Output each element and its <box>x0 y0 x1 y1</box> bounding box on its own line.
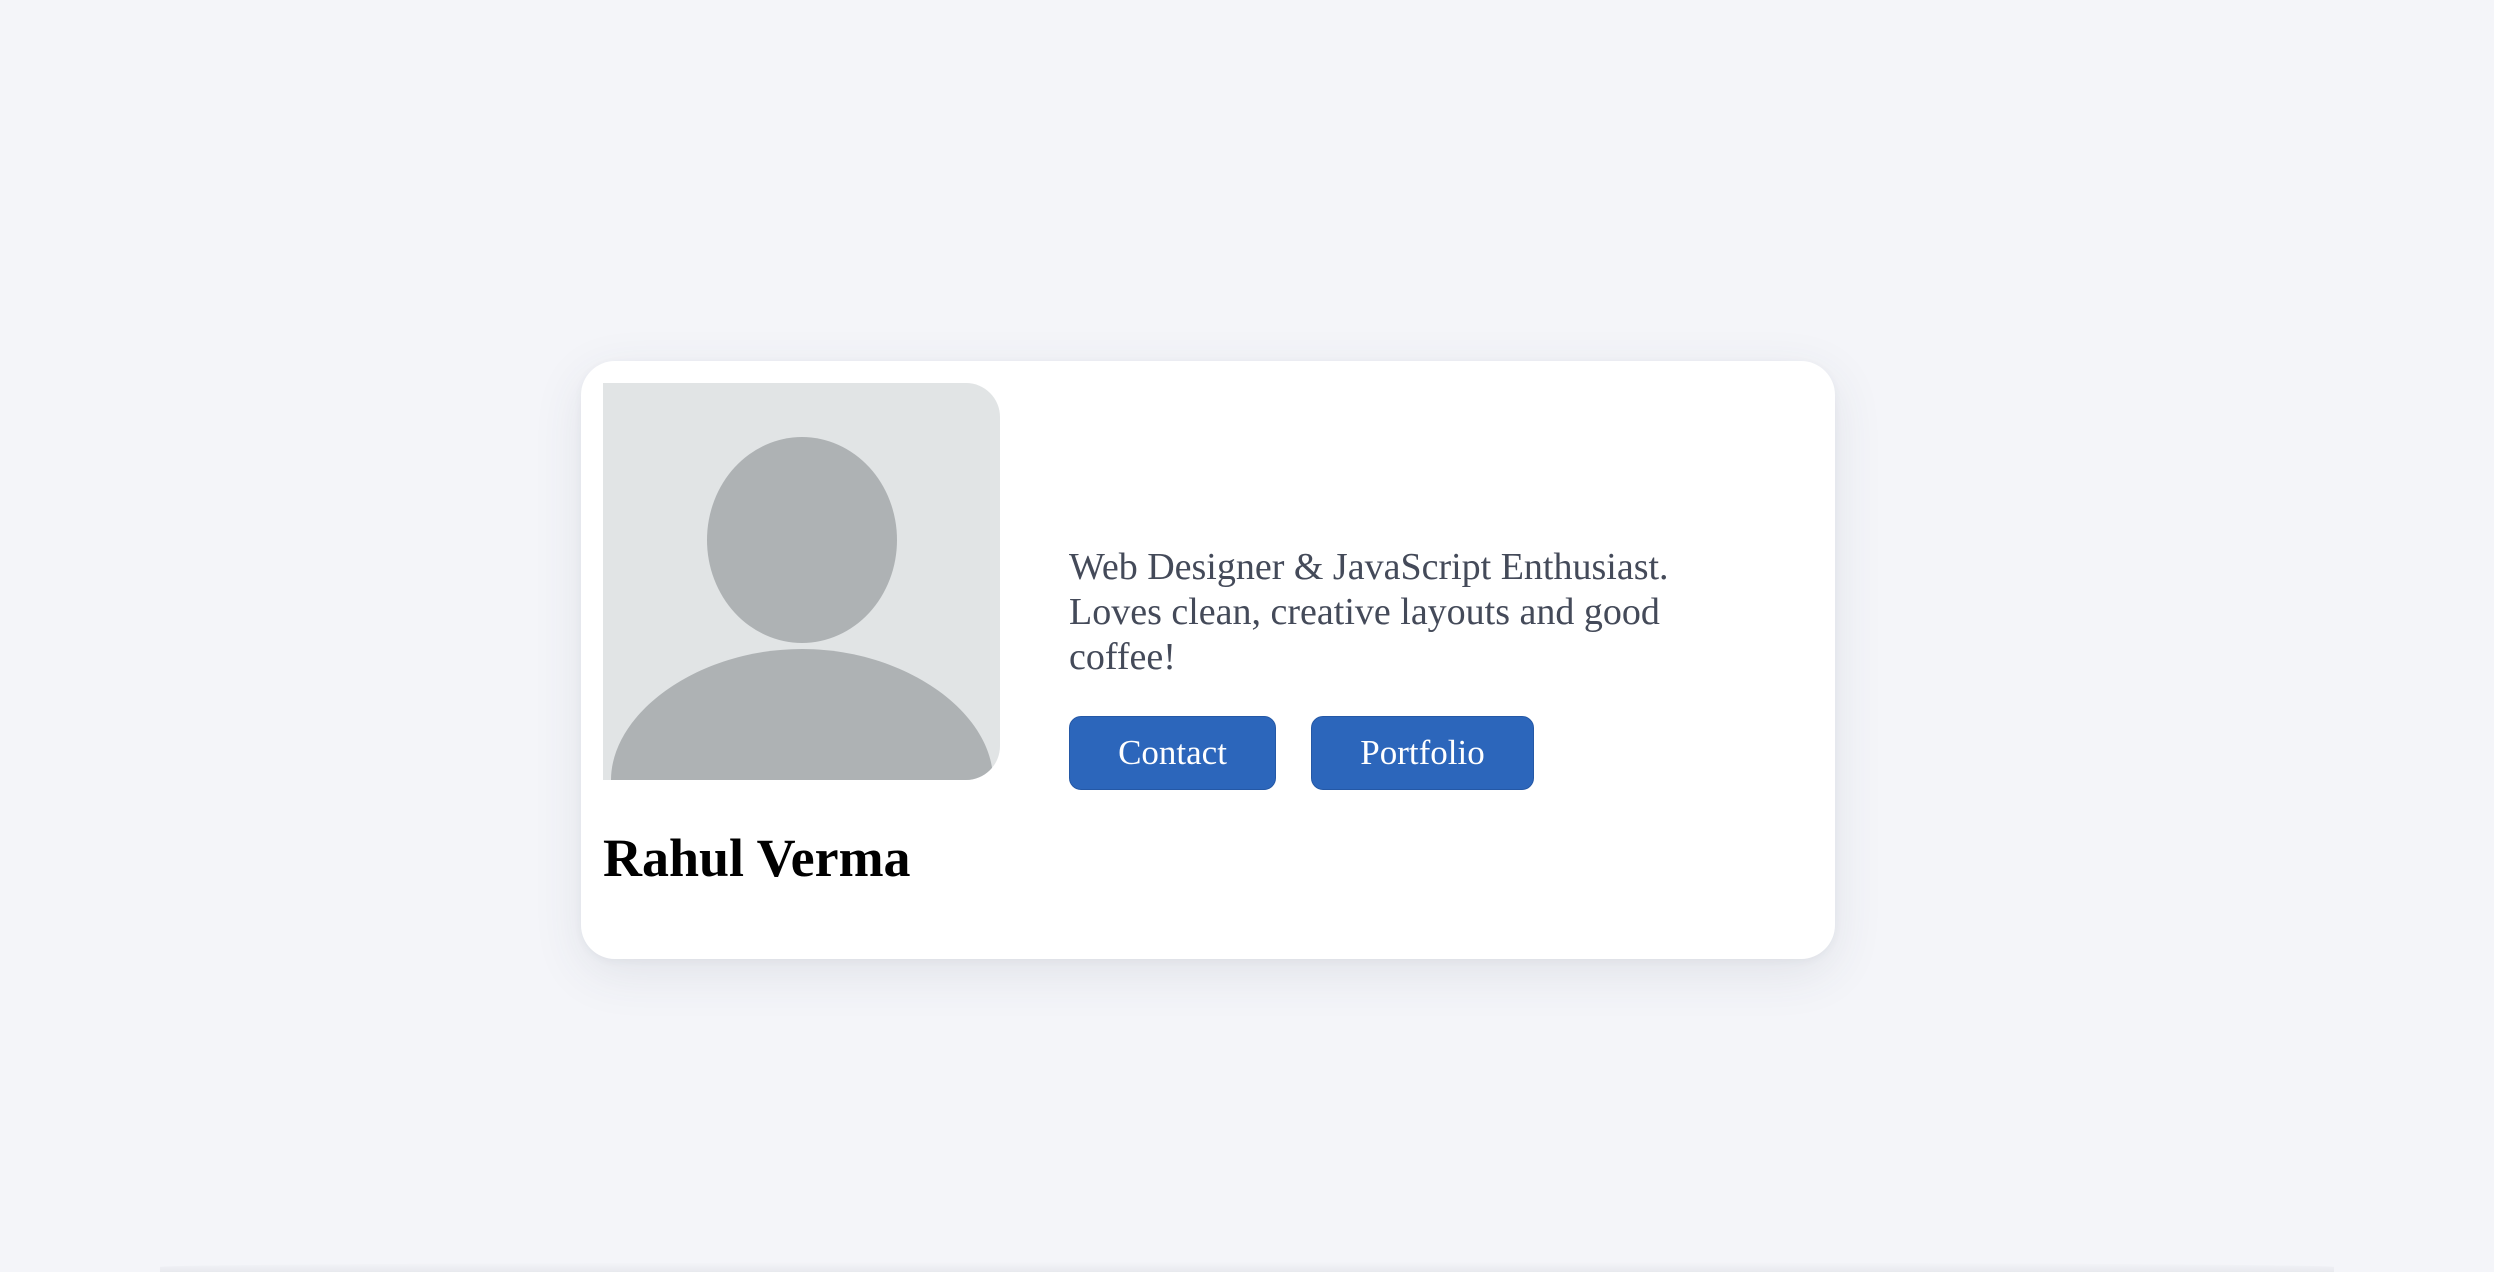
profile-name: Rahul Verma <box>603 828 911 888</box>
avatar <box>603 383 1000 780</box>
user-silhouette-icon <box>611 437 993 780</box>
profile-bio: Web Designer & JavaScript Enthusiast. Lo… <box>1069 546 1669 678</box>
avatar-shoulders <box>611 649 993 780</box>
contact-button[interactable]: Contact <box>1069 716 1276 790</box>
page-bottom-shadow <box>160 1262 2334 1272</box>
avatar-head <box>707 437 897 643</box>
portfolio-button[interactable]: Portfolio <box>1311 716 1534 790</box>
profile-card: Rahul Verma Web Designer & JavaScript En… <box>581 361 1835 959</box>
